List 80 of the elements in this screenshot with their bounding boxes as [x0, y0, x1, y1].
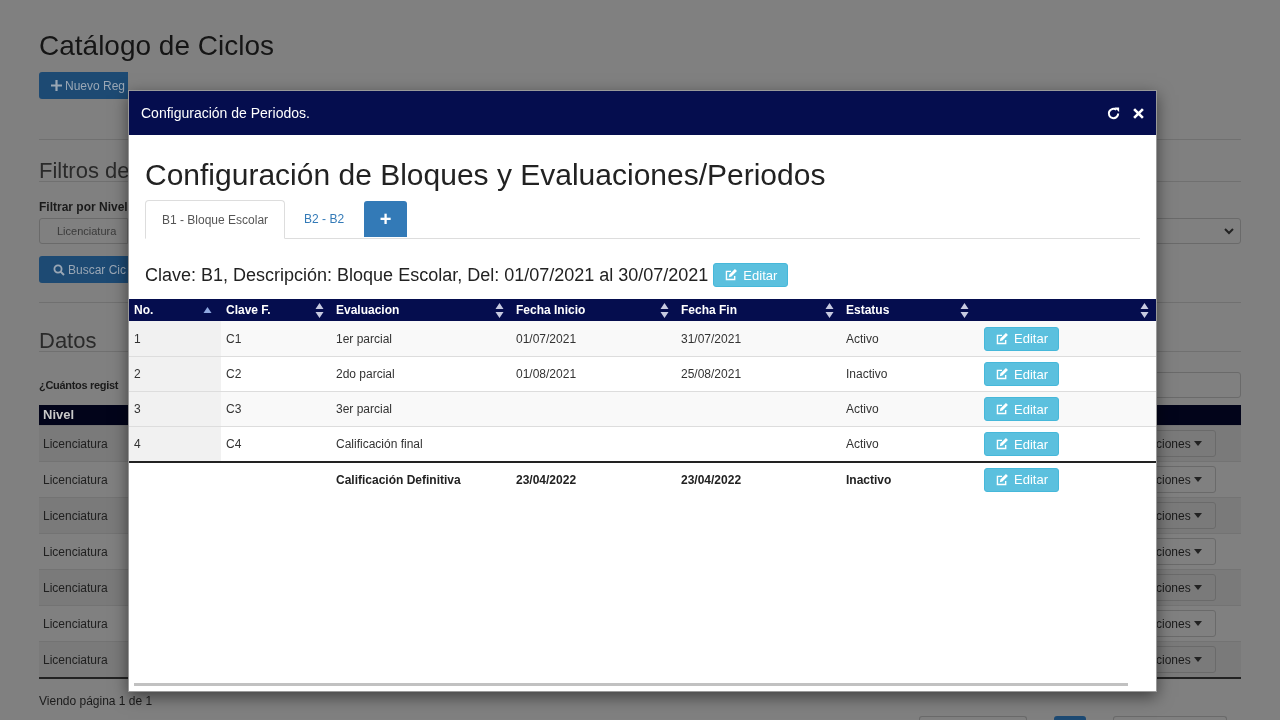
tab[interactable]: B2 - B2: [285, 200, 364, 238]
table-cell-text: 2do parcial: [336, 366, 395, 383]
table-cell-text: 23/04/2022: [516, 471, 577, 489]
search-icon: [53, 263, 65, 276]
pagination-info: Viendo página 1 de 1: [39, 693, 153, 709]
plus-icon: [51, 80, 62, 91]
tab[interactable]: B1 - Bloque Escolar: [145, 200, 286, 239]
block-summary: Clave: B1, Descripción: Bloque Escolar, Del: 01/07/2021 al 30/07/2021: [145, 263, 709, 287]
horizontal-scrollbar[interactable]: [134, 683, 1128, 686]
column-header: No.: [134, 302, 154, 319]
column-header: Estatus: [846, 302, 890, 319]
table-cell-text: C4: [226, 436, 242, 453]
table-cell-text: 1er parcial: [336, 330, 393, 348]
level-select[interactable]: Licenciatura: [39, 218, 128, 244]
table-cell-text: 4: [134, 436, 141, 453]
new-record-button[interactable]: Nuevo Reg: [39, 72, 128, 99]
edit-button[interactable]: Editar: [984, 326, 1059, 351]
table-cell-text: Calificación Definitiva: [336, 471, 461, 489]
edit-icon: [995, 437, 1009, 451]
table-cell-text: C1: [226, 330, 242, 348]
table-cell-text: 01/07/2021: [516, 330, 577, 348]
caret-icon: [1193, 441, 1202, 446]
column-header: Clave F.: [226, 302, 271, 319]
caret-icon: [1193, 657, 1202, 662]
table-cell-text: Licenciatura: [42, 507, 108, 525]
records-count-label: ¿Cuántos regist: [39, 378, 119, 392]
column-header: Nivel: [42, 406, 75, 425]
caret-icon: [1193, 549, 1202, 554]
dialog-title: Configuración de Periodos.: [141, 103, 310, 123]
edit-icon: [995, 331, 1009, 346]
table-cell-text: 2: [134, 366, 141, 383]
edit-button[interactable]: Editar: [984, 467, 1059, 492]
table-cell-text: 31/07/2021: [681, 330, 742, 348]
column-header: Fecha Fin: [681, 302, 737, 319]
caret-icon: [1193, 513, 1202, 518]
filter-label: Filtrar por Nivel: [39, 200, 128, 214]
table-cell-text: Licenciatura: [42, 615, 108, 633]
add-tab-button[interactable]: +: [364, 201, 408, 237]
table-cell-text: Activo: [846, 401, 879, 418]
dialog-heading: Configuración de Bloques y Evaluaciones/Periodos: [145, 158, 826, 192]
close-icon: [1133, 107, 1144, 119]
table-cell-text: Activo: [846, 330, 879, 348]
edit-icon: [995, 472, 1009, 487]
chevron-down-icon: [1224, 227, 1234, 235]
table-cell-text: 23/04/2022: [681, 471, 742, 489]
table-cell-text: 01/08/2021: [516, 366, 577, 383]
edit-button[interactable]: Editar: [713, 263, 789, 287]
table-cell-text: Licenciatura: [42, 471, 108, 489]
table-cell-text: 25/08/2021: [681, 366, 742, 383]
table-cell-text: 3er parcial: [336, 401, 393, 418]
section-heading: Filtros de: [39, 160, 130, 181]
edit-icon: [995, 367, 1009, 381]
edit-button[interactable]: Editar: [984, 432, 1059, 456]
table-cell-text: 1: [134, 330, 141, 348]
column-header: Evaluacion: [336, 302, 400, 319]
table-cell-text: Licenciatura: [42, 435, 108, 453]
table-cell-text: Calificación final: [336, 436, 423, 453]
table-cell-text: 3: [134, 401, 141, 418]
close-button[interactable]: [1133, 107, 1144, 119]
table-cell-text: Inactivo: [846, 366, 888, 383]
edit-icon: [724, 268, 739, 282]
table-cell-text: C3: [226, 401, 242, 418]
refresh-button[interactable]: [1106, 105, 1121, 121]
caret-icon: [1193, 621, 1202, 626]
edit-button[interactable]: Editar: [984, 362, 1059, 386]
refresh-icon: [1106, 105, 1121, 121]
search-button[interactable]: Buscar Cic: [39, 256, 128, 283]
caret-icon: [1193, 477, 1202, 482]
edit-icon: [995, 402, 1009, 416]
section-heading: Datos: [39, 331, 97, 351]
caret-icon: [1193, 585, 1202, 590]
page-title: Catálogo de Ciclos: [39, 30, 275, 62]
table-cell-text: C2: [226, 366, 242, 383]
column-header: Fecha Inicio: [516, 302, 586, 319]
table-cell-text: Inactivo: [846, 471, 892, 489]
table-cell-text: Licenciatura: [42, 543, 108, 561]
table-cell-text: Activo: [846, 436, 879, 453]
table-cell-text: Licenciatura: [42, 579, 108, 597]
table-cell-text: Licenciatura: [42, 651, 108, 669]
edit-button[interactable]: Editar: [984, 397, 1059, 421]
